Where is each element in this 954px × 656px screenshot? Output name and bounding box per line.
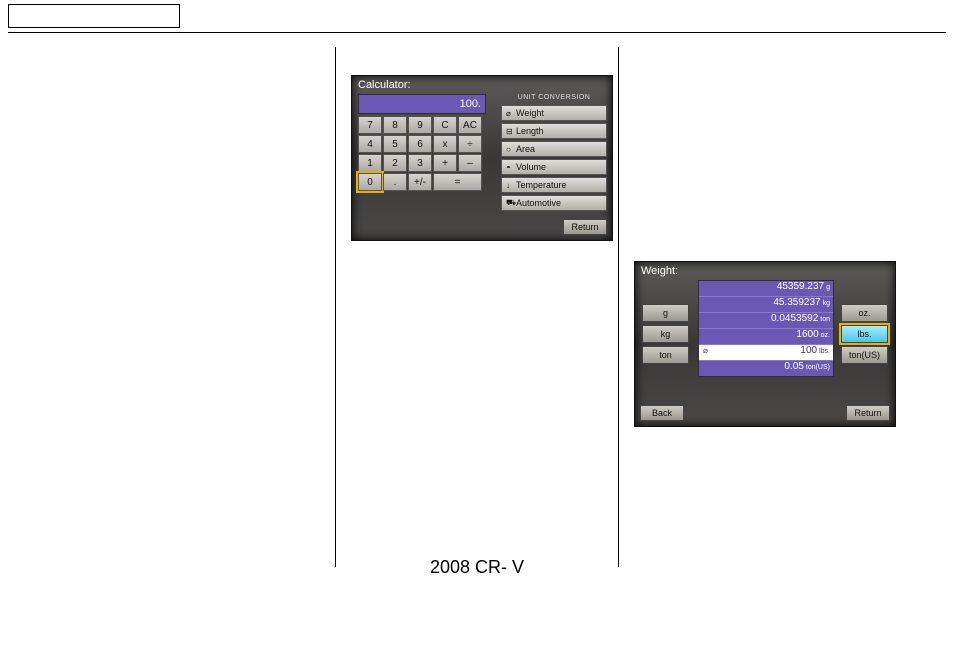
unit-conversion-temperature[interactable]: ↓Temperature — [501, 177, 607, 193]
weight-value: 0.0453592 — [771, 313, 818, 324]
unit-conversion-label: Automotive — [516, 198, 561, 208]
unit-conversion-weight[interactable]: ⌀Weight — [501, 105, 607, 121]
calc-key-x[interactable]: + — [433, 154, 457, 172]
calc-key-2[interactable]: 2 — [383, 154, 407, 172]
weight-left-unit-buttons: g kg ton — [642, 304, 689, 364]
automotive-icon: ⛟ — [506, 198, 516, 208]
weight-right-unit-buttons: oz. lbs. ton(US) — [841, 304, 888, 364]
calc-key-xxx[interactable]: +/- — [408, 173, 432, 191]
calc-key-7[interactable]: 7 — [358, 116, 382, 134]
column-center: Calculator: 100. 789CAC456x÷123+–0.+/-= … — [336, 47, 618, 567]
calculator-keypad: 789CAC 456x÷ 123+– 0.+/-= — [358, 116, 486, 191]
unit-conversion-automotive[interactable]: ⛟Automotive — [501, 195, 607, 211]
calculator-title-strip: Calculator: — [352, 76, 612, 92]
calc-key-AC[interactable]: AC — [458, 116, 482, 134]
calc-key-8[interactable]: 8 — [383, 116, 407, 134]
calc-key-3[interactable]: 3 — [408, 154, 432, 172]
weight-row-kg: 45.359237kg — [699, 297, 833, 313]
calc-key-0[interactable]: 0 — [358, 173, 382, 191]
weight-unit: g — [826, 284, 830, 291]
length-icon: ⊟ — [506, 127, 516, 136]
weight-unit: ton — [820, 316, 830, 323]
weight-value: 45359.237 — [777, 281, 824, 292]
unit-button-tonUS[interactable]: ton(US) — [841, 346, 888, 364]
return-button[interactable]: Return — [846, 405, 890, 421]
weight-row-lbs: ⌀ 100lbs. — [699, 345, 833, 361]
weight-unit: oz. — [821, 332, 830, 339]
unit-conversion-label: Temperature — [516, 180, 567, 190]
calc-key-C[interactable]: C — [433, 116, 457, 134]
weight-panel: Weight: 45359.237g45.359237kg0.0453592to… — [634, 261, 896, 427]
area-icon: ○ — [506, 145, 516, 154]
calculator-left-area: 100. 789CAC 456x÷ 123+– 0.+/-= — [358, 94, 486, 191]
horizontal-rule — [8, 32, 946, 33]
weight-title: Weight: — [641, 265, 678, 277]
weight-row-ton: 0.0453592ton — [699, 313, 833, 329]
unit-conversion-list: ⌀Weight⊟Length○Area◓Volume↓Temperature⛟A… — [501, 105, 607, 211]
weight-value: 1600 — [796, 329, 818, 340]
weight-row-tonUS: 0.05ton(US) — [699, 361, 833, 376]
unit-conversion-heading: UNIT CONVERSION — [501, 94, 607, 101]
calculator-display: 100. — [358, 94, 486, 114]
calc-key-x[interactable]: ÷ — [458, 135, 482, 153]
column-left — [53, 47, 335, 567]
calc-key-x[interactable]: . — [383, 173, 407, 191]
calculator-title: Calculator: — [358, 79, 411, 91]
weight-row-g: 45359.237g — [699, 281, 833, 297]
unit-button-oz[interactable]: oz. — [841, 304, 888, 322]
back-button[interactable]: Back — [640, 405, 684, 421]
unit-button-g[interactable]: g — [642, 304, 689, 322]
calc-key-4[interactable]: 4 — [358, 135, 382, 153]
weight-row-oz: 1600oz. — [699, 329, 833, 345]
calc-key-5[interactable]: 5 — [383, 135, 407, 153]
unit-conversion-area[interactable]: ○Area — [501, 141, 607, 157]
calc-key-x[interactable]: – — [458, 154, 482, 172]
calc-key-6[interactable]: 6 — [408, 135, 432, 153]
calc-key-9[interactable]: 9 — [408, 116, 432, 134]
weight-title-strip: Weight: — [635, 262, 895, 278]
page-columns: Calculator: 100. 789CAC456x÷123+–0.+/-= … — [0, 47, 954, 567]
weight-unit: lbs. — [819, 348, 830, 355]
unit-conversion-panel: UNIT CONVERSION ⌀Weight⊟Length○Area◓Volu… — [501, 94, 607, 213]
temperature-icon: ↓ — [506, 181, 516, 190]
unit-button-kg[interactable]: kg — [642, 325, 689, 343]
unit-conversion-label: Volume — [516, 162, 546, 172]
weight-icon: ⌀ — [703, 346, 708, 355]
column-right: Weight: 45359.237g45.359237kg0.0453592to… — [619, 47, 901, 567]
unit-conversion-label: Area — [516, 144, 535, 154]
unit-conversion-label: Weight — [516, 108, 544, 118]
unit-button-ton[interactable]: ton — [642, 346, 689, 364]
calc-key-1[interactable]: 1 — [358, 154, 382, 172]
unit-conversion-length[interactable]: ⊟Length — [501, 123, 607, 139]
unit-conversion-label: Length — [516, 126, 544, 136]
weight-icon: ⌀ — [506, 109, 516, 118]
weight-value: 100 — [800, 345, 817, 356]
weight-value: 0.05 — [784, 361, 803, 372]
weight-value-list: 45359.237g45.359237kg0.0453592ton1600oz.… — [698, 280, 834, 377]
unit-button-lbs[interactable]: lbs. — [841, 325, 888, 343]
top-placeholder-box — [8, 4, 180, 28]
weight-unit: kg — [823, 300, 830, 307]
unit-conversion-volume[interactable]: ◓Volume — [501, 159, 607, 175]
return-button[interactable]: Return — [563, 219, 607, 235]
calc-key-x[interactable]: = — [433, 173, 482, 191]
calculator-panel: Calculator: 100. 789CAC456x÷123+–0.+/-= … — [351, 75, 613, 241]
calc-key-x[interactable]: x — [433, 135, 457, 153]
weight-unit: ton(US) — [806, 364, 830, 371]
volume-icon: ◓ — [506, 163, 516, 172]
weight-value: 45.359237 — [773, 297, 820, 308]
